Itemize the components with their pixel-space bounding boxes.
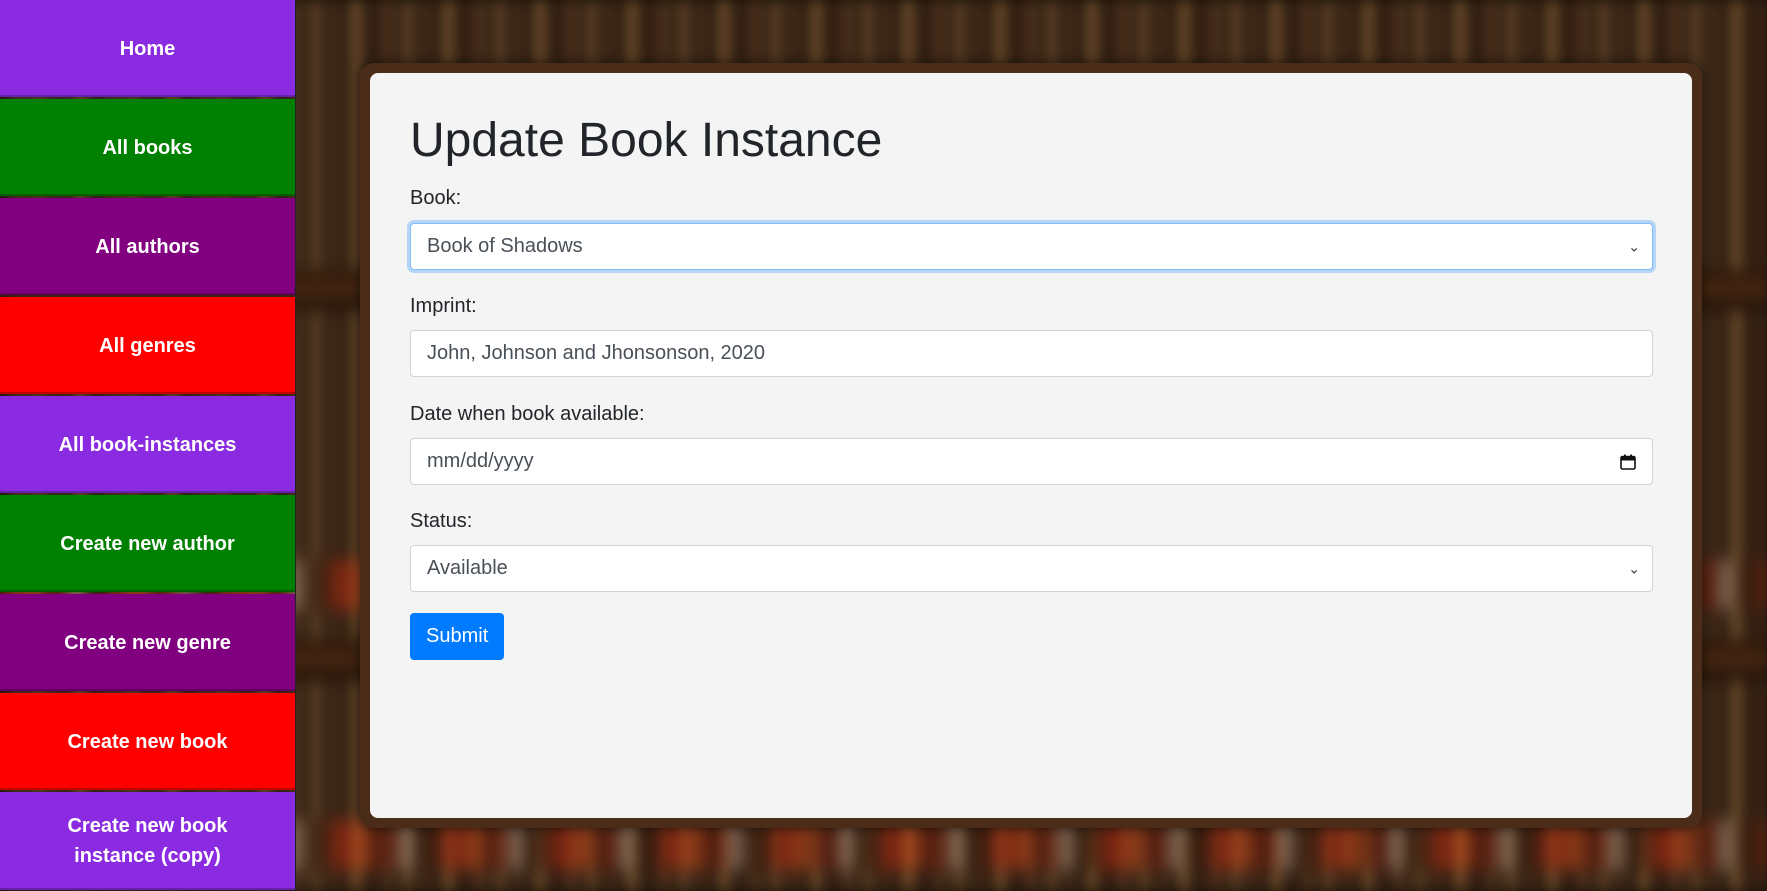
submit-button[interactable]: Submit (410, 613, 505, 660)
nav-all-books[interactable]: All books (0, 99, 295, 196)
status-label: Status: (410, 510, 473, 532)
nav-create-genre[interactable]: Create new genre (0, 594, 295, 691)
sidebar-nav: Home All books All authors All genres Al… (0, 0, 296, 891)
chevron-down-icon: ⌄ (1628, 238, 1640, 254)
form-card: Update Book Instance Book: Book of Shado… (370, 73, 1692, 818)
chevron-down-icon: ⌄ (1628, 560, 1640, 576)
book-select[interactable]: Book of Shadows ⌄ (410, 223, 1653, 270)
nav-all-authors[interactable]: All authors (0, 198, 295, 295)
nav-all-genres[interactable]: All genres (0, 297, 295, 394)
status-select-value: Available (427, 557, 508, 579)
book-select-value: Book of Shadows (427, 235, 583, 257)
imprint-input[interactable]: John, Johnson and Jhonsonson, 2020 (410, 330, 1653, 377)
nav-create-book[interactable]: Create new book (0, 693, 295, 790)
page-title: Update Book Instance (410, 114, 883, 167)
date-input[interactable]: mm/dd/yyyy (410, 438, 1653, 485)
imprint-input-value: John, Johnson and Jhonsonson, 2020 (427, 342, 766, 364)
calendar-icon[interactable] (1620, 454, 1636, 470)
nav-all-book-instances[interactable]: All book-instances (0, 396, 295, 493)
status-select[interactable]: Available ⌄ (410, 545, 1653, 592)
book-label: Book: (410, 187, 462, 209)
date-label: Date when book available: (410, 403, 645, 425)
nav-create-author[interactable]: Create new author (0, 495, 295, 592)
imprint-label: Imprint: (410, 295, 477, 317)
nav-home[interactable]: Home (0, 0, 295, 97)
nav-create-book-instance[interactable]: Create new book instance (copy) (0, 792, 295, 890)
date-input-placeholder: mm/dd/yyyy (427, 450, 534, 472)
